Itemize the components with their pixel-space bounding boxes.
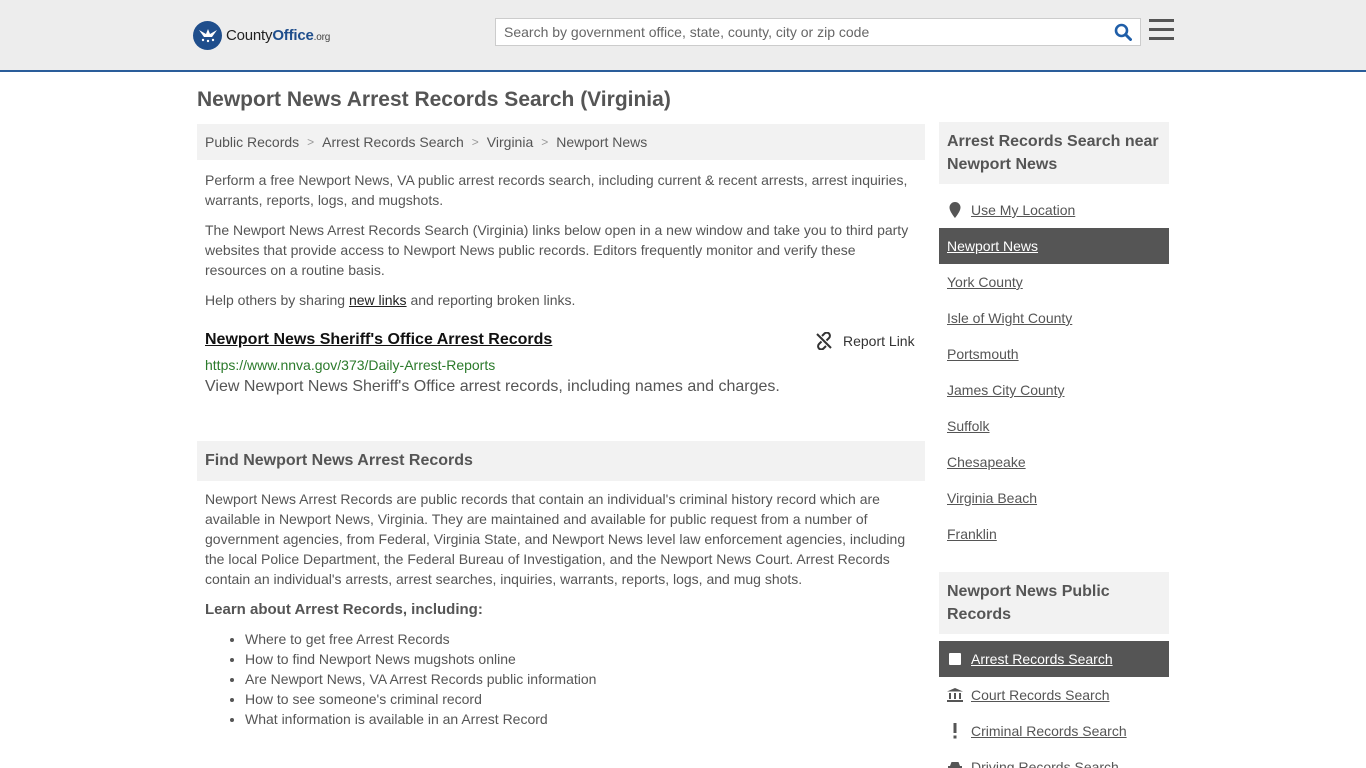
sidebar-item-james-city-county[interactable]: James City County	[939, 372, 1169, 408]
list-item: Where to get free Arrest Records	[245, 629, 596, 649]
sidebar-item-court-records-search[interactable]: Court Records Search	[939, 677, 1169, 713]
use-my-location-link[interactable]: Use My Location	[939, 192, 1169, 228]
list-item: Are Newport News, VA Arrest Records publ…	[245, 669, 596, 689]
new-links-link[interactable]: new links	[349, 292, 407, 308]
result-title-link[interactable]: Newport News Sheriff's Office Arrest Rec…	[205, 331, 552, 349]
sidebar-item-label[interactable]: Newport News	[947, 238, 1038, 254]
map-pin-icon	[947, 202, 963, 218]
courthouse-icon	[947, 687, 963, 703]
sidebar-item-portsmouth[interactable]: Portsmouth	[939, 336, 1169, 372]
sidebar-item-label[interactable]: Portsmouth	[947, 346, 1019, 362]
breadcrumb-newport-news[interactable]: Newport News	[556, 134, 647, 150]
search-icon	[1114, 23, 1132, 41]
sidebar-public-heading: Newport News Public Records	[939, 572, 1169, 634]
learn-list: Where to get free Arrest Records How to …	[245, 629, 596, 729]
report-link-button[interactable]: Report Link	[815, 331, 915, 351]
intro-text: Help others by sharing	[205, 292, 349, 308]
intro-paragraph-1: Perform a free Newport News, VA public a…	[205, 172, 908, 208]
sidebar-item-label[interactable]: James City County	[947, 382, 1064, 398]
intro-text: and reporting broken links.	[406, 292, 576, 308]
learn-heading: Learn about Arrest Records, including:	[205, 601, 483, 618]
car-icon	[947, 759, 963, 768]
top-header: CountyOffice.org	[0, 0, 1366, 72]
countyoffice-logo[interactable]: CountyOffice.org	[193, 20, 330, 50]
search-button[interactable]	[1106, 19, 1140, 45]
broken-link-icon	[816, 332, 832, 350]
breadcrumb-arrest-records-search[interactable]: Arrest Records Search	[322, 134, 464, 150]
sidebar-item-arrest-records-search[interactable]: Arrest Records Search	[939, 641, 1169, 677]
breadcrumb-separator: >	[307, 135, 315, 149]
sidebar-item-suffolk[interactable]: Suffolk	[939, 408, 1169, 444]
breadcrumb-public-records[interactable]: Public Records	[205, 134, 299, 150]
checkbox-icon	[947, 651, 963, 667]
list-item: How to find Newport News mugshots online	[245, 649, 596, 669]
breadcrumb: Public Records > Arrest Records Search >…	[197, 124, 925, 160]
sidebar-item-franklin[interactable]: Franklin	[939, 516, 1169, 552]
sidebar-item-label[interactable]: Suffolk	[947, 418, 990, 434]
sidebar-item-criminal-records-search[interactable]: Criminal Records Search	[939, 713, 1169, 749]
sidebar-item-virginia-beach[interactable]: Virginia Beach	[939, 480, 1169, 516]
logo-text: CountyOffice.org	[226, 26, 331, 44]
sidebar-item-label[interactable]: Franklin	[947, 526, 997, 542]
sidebar-item-label[interactable]: Court Records Search	[971, 687, 1110, 703]
breadcrumb-virginia[interactable]: Virginia	[487, 134, 533, 150]
sidebar-item-label[interactable]: York County	[947, 274, 1023, 290]
sidebar-item-label[interactable]: Driving Records Search	[971, 759, 1119, 768]
search-bar	[495, 18, 1141, 46]
breadcrumb-separator: >	[541, 135, 549, 149]
result-url: https://www.nnva.gov/373/Daily-Arrest-Re…	[205, 357, 496, 373]
sidebar-near-heading: Arrest Records Search near Newport News	[939, 122, 1169, 184]
sidebar-item-label[interactable]: Virginia Beach	[947, 490, 1037, 506]
breadcrumb-separator: >	[471, 135, 479, 149]
sidebar-item-label[interactable]: Isle of Wight County	[947, 310, 1072, 326]
sidebar-item-newport-news[interactable]: Newport News	[939, 228, 1169, 264]
list-item: How to see someone's criminal record	[245, 689, 596, 709]
search-input[interactable]	[496, 19, 1106, 45]
intro-paragraph-3: Help others by sharing new links and rep…	[205, 290, 917, 310]
sidebar-item-label[interactable]: Chesapeake	[947, 454, 1026, 470]
hamburger-menu-button[interactable]	[1149, 19, 1175, 43]
sidebar-item-driving-records-search[interactable]: Driving Records Search	[939, 749, 1169, 768]
logo-seal-icon	[193, 20, 222, 50]
find-section-body: Newport News Arrest Records are public r…	[205, 491, 906, 587]
result-description: View Newport News Sheriff's Office arres…	[205, 378, 780, 395]
sidebar-item-label[interactable]: Arrest Records Search	[971, 651, 1113, 667]
list-item: What information is available in an Arre…	[245, 709, 596, 729]
sidebar-item-chesapeake[interactable]: Chesapeake	[939, 444, 1169, 480]
find-section-heading: Find Newport News Arrest Records	[197, 441, 925, 481]
sidebar-item-isle-of-wight-county[interactable]: Isle of Wight County	[939, 300, 1169, 336]
use-my-location-label[interactable]: Use My Location	[971, 202, 1075, 218]
report-link-label: Report Link	[843, 333, 915, 349]
sidebar-item-label[interactable]: Criminal Records Search	[971, 723, 1127, 739]
sidebar-item-york-county[interactable]: York County	[939, 264, 1169, 300]
exclamation-icon	[947, 723, 963, 739]
page-title: Newport News Arrest Records Search (Virg…	[197, 88, 671, 111]
intro-paragraph-2: The Newport News Arrest Records Search (…	[205, 222, 909, 278]
